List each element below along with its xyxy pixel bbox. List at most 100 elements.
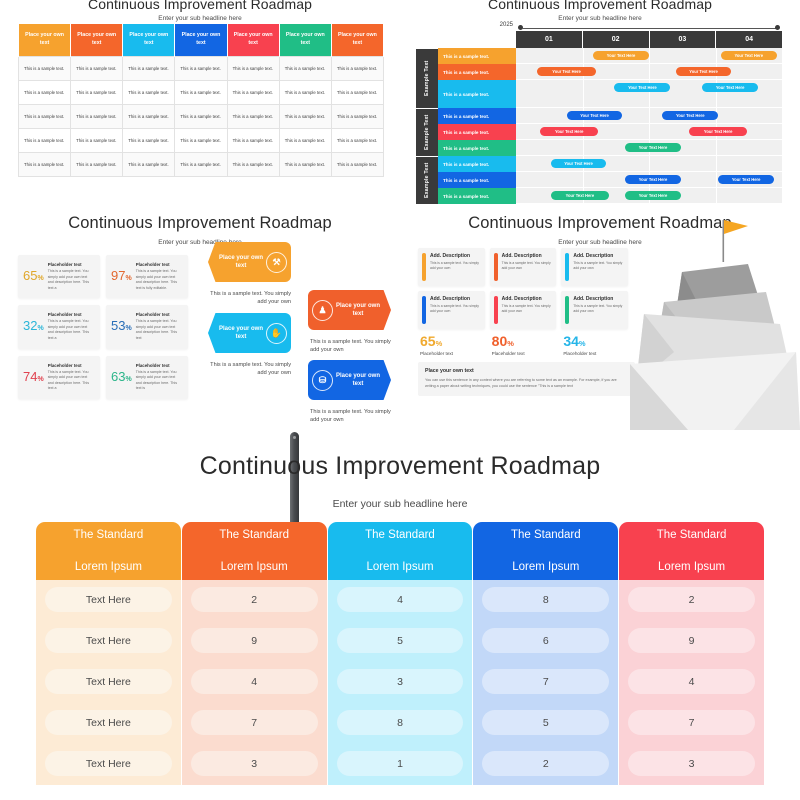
table-cell[interactable]: This is a sample text. [278,127,332,153]
table-cell[interactable]: 9 [190,628,318,653]
gantt-quarter-03[interactable]: 03 [648,31,716,48]
table-cell[interactable]: This is a sample text. [330,151,385,177]
table-cell[interactable]: This is a sample text. [122,151,176,177]
table-cell[interactable]: This is a sample text. [174,151,228,177]
chevron-step-4[interactable]: ⛁ Place your own text [308,360,391,400]
table-cell[interactable]: 5 [482,710,610,735]
gantt-bar[interactable]: Your Text Here [662,111,719,120]
table-cell[interactable]: This is a sample text. [174,103,228,129]
column-header[interactable]: The Standard Lorem Ipsum [619,522,764,580]
gantt-bar[interactable]: Your Text Here [675,67,732,76]
gantt-quarter-02[interactable]: 02 [581,31,649,48]
table-cell[interactable]: This is a sample text. [226,79,280,105]
table-cell[interactable]: 7 [482,669,610,694]
gantt-row-label[interactable]: This is a sample text. [438,64,516,80]
description-card[interactable]: Add. Description This is a sample text. Y… [561,291,628,329]
table-cell[interactable]: Text Here [45,710,172,735]
table-header-cell-3[interactable]: Place your own text [122,24,176,56]
table-cell[interactable]: 2 [482,751,610,776]
table-cell[interactable]: 6 [482,628,610,653]
table-cell[interactable]: This is a sample text. [17,55,72,81]
table-cell[interactable]: 4 [628,669,755,694]
table-cell[interactable]: This is a sample text. [330,103,385,129]
gantt-bar[interactable]: Your Text Here [537,67,596,76]
gantt-bar[interactable]: Your Text Here [593,51,649,60]
table-cell[interactable]: This is a sample text. [226,151,280,177]
table-cell[interactable]: This is a sample text. [278,79,332,105]
table-cell[interactable]: 7 [190,710,318,735]
gantt-row-label[interactable]: This is a sample text. [438,156,516,172]
gantt-bar[interactable]: Your Text Here [550,191,610,200]
table-cell[interactable]: 9 [628,628,755,653]
table-cell[interactable]: This is a sample text. [174,55,228,81]
table-cell[interactable]: 3 [336,669,464,694]
table-cell[interactable]: This is a sample text. [226,127,280,153]
gantt-row-label[interactable]: This is a sample text. [438,108,516,124]
gantt-row-label[interactable]: This is a sample text. [438,140,516,156]
description-card[interactable]: Add. Description This is a sample text. Y… [418,248,485,286]
description-card[interactable]: Add. Description This is a sample text. Y… [418,291,485,329]
gantt-row-label[interactable]: This is a sample text. [438,80,516,108]
table-cell[interactable]: This is a sample text. [70,79,124,105]
gantt-bar[interactable]: Your Text Here [625,175,681,184]
table-cell[interactable]: 5 [336,628,464,653]
table-cell[interactable]: This is a sample text. [226,55,280,81]
table-header-cell-7[interactable]: Place your own text [330,24,385,56]
table-cell[interactable]: This is a sample text. [17,151,72,177]
percent-card[interactable]: 97% Placeholder text This is a sample text… [106,255,188,299]
chevron-step-1[interactable]: Place your own text ⚒ [208,242,291,282]
description-card[interactable]: Add. Description This is a sample text. Y… [489,291,557,329]
percent-card[interactable]: 53% Placeholder text This is a sample text… [106,305,188,349]
column-header[interactable]: The Standard Lorem Ipsum [473,522,619,580]
gantt-row-label[interactable]: This is a sample text. [438,172,516,188]
gantt-quarter-01[interactable]: 01 [516,31,582,48]
table-cell[interactable]: This is a sample text. [17,103,72,129]
table-cell[interactable]: This is a sample text. [70,151,124,177]
gantt-bar[interactable]: Your Text Here [566,111,623,120]
table-cell[interactable]: This is a sample text. [122,79,176,105]
gantt-bar[interactable]: Your Text Here [720,51,777,60]
table-header-cell-4[interactable]: Place your own text [174,24,228,56]
table-cell[interactable]: This is a sample text. [174,79,228,105]
chevron-step-2[interactable]: ♟ Place your own text [308,290,391,330]
table-cell[interactable]: Text Here [45,751,172,776]
chevron-step-3[interactable]: Place your own text ✋ [208,313,291,353]
percent-card[interactable]: 74% Placeholder text This is a sample text… [18,355,100,399]
gantt-bar[interactable]: Your Text Here [550,159,607,168]
gantt-bar[interactable]: Your Text Here [625,143,681,152]
table-cell[interactable]: This is a sample text. [122,55,176,81]
table-cell[interactable]: 8 [336,710,464,735]
table-cell[interactable]: 4 [336,587,464,612]
gantt-row-label[interactable]: This is a sample text. [438,124,516,140]
table-cell[interactable]: This is a sample text. [330,55,385,81]
table-cell[interactable]: This is a sample text. [70,55,124,81]
gantt-bar[interactable]: Your Text Here [625,191,681,200]
column-header[interactable]: The Standard Lorem Ipsum [181,522,327,580]
table-cell[interactable]: Text Here [45,669,172,694]
table-header-cell-1[interactable]: Place your own text [17,24,72,56]
column-header[interactable]: The Standard Lorem Ipsum [327,522,473,580]
table-cell[interactable]: This is a sample text. [122,103,176,129]
table-header-cell-6[interactable]: Place your own text [278,24,332,56]
table-cell[interactable]: This is a sample text. [174,127,228,153]
percent-card[interactable]: 63% Placeholder text This is a sample text… [106,355,188,399]
gantt-bar[interactable]: Your Text Here [718,175,775,184]
table-cell[interactable]: 8 [482,587,610,612]
description-card[interactable]: Add. Description This is a sample text. Y… [561,248,628,286]
table-cell[interactable]: This is a sample text. [17,127,72,153]
gantt-row-label[interactable]: This is a sample text. [438,48,516,64]
table-cell[interactable]: This is a sample text. [278,103,332,129]
table-cell[interactable]: 3 [190,751,318,776]
percent-card[interactable]: 32% Placeholder text This is a sample text… [18,305,100,349]
table-cell[interactable]: This is a sample text. [70,103,124,129]
table-cell[interactable]: 2 [628,587,755,612]
table-cell[interactable]: Text Here [45,587,172,612]
table-cell[interactable]: This is a sample text. [330,79,385,105]
table-cell[interactable]: 1 [336,751,464,776]
column-header[interactable]: The Standard Lorem Ipsum [36,522,181,580]
table-cell[interactable]: This is a sample text. [70,127,124,153]
gantt-bar[interactable]: Your Text Here [688,127,748,136]
gantt-quarter-04[interactable]: 04 [715,31,782,48]
table-cell[interactable]: This is a sample text. [278,55,332,81]
table-cell[interactable]: This is a sample text. [122,127,176,153]
